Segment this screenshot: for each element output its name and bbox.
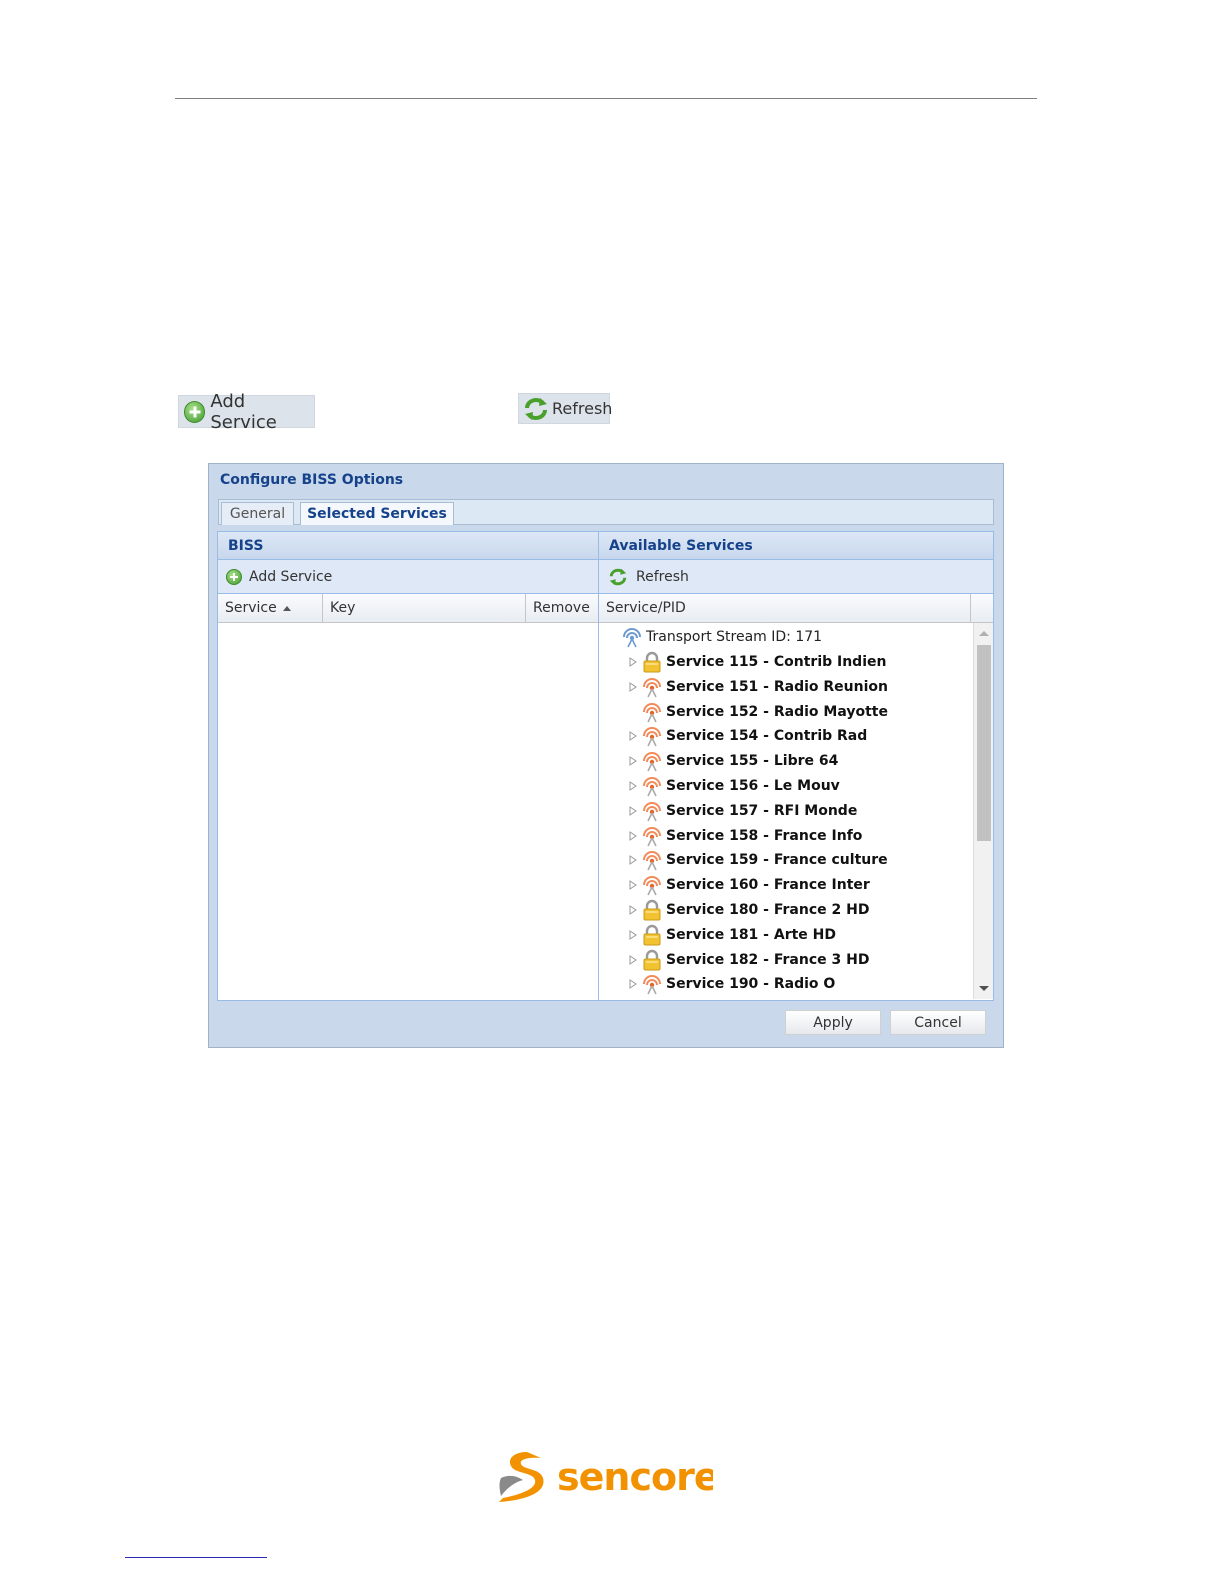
footer-link-underline — [125, 1557, 267, 1558]
expand-arrow-icon[interactable] — [629, 681, 641, 692]
scroll-down-icon[interactable] — [979, 986, 989, 991]
lock-icon — [641, 651, 663, 673]
expand-arrow-icon[interactable] — [629, 756, 641, 767]
service-label: Service 190 - Radio O — [666, 976, 836, 993]
service-node[interactable]: Service 152 - Radio Mayotte — [629, 700, 888, 724]
service-node[interactable]: Service 158 - France Info — [629, 824, 862, 848]
column-service[interactable]: Service — [218, 594, 323, 622]
broadcast-icon — [641, 973, 663, 995]
services-tree: Transport Stream ID: 171 Service 115 - C… — [599, 623, 971, 999]
service-node[interactable]: Service 157 - RFI Monde — [629, 799, 857, 823]
service-node[interactable]: Service 156 - Le Mouv — [629, 774, 840, 798]
tab-bar: General Selected Services — [218, 499, 994, 525]
header-rule — [175, 98, 1037, 99]
scroll-up-icon[interactable] — [979, 631, 989, 636]
available-services-panel: Available Services Refresh Service/PID T… — [598, 531, 994, 1001]
service-node[interactable]: Service 154 - Contrib Rad — [629, 724, 867, 748]
add-service-label: Add Service — [210, 390, 277, 433]
service-label: Service 159 - France culture — [666, 852, 888, 869]
service-node[interactable]: Service 151 - Radio Reunion — [629, 675, 888, 699]
service-node[interactable]: Service 181 - Arte HD — [629, 923, 836, 947]
broadcast-icon — [641, 701, 663, 723]
expand-arrow-icon[interactable] — [629, 905, 641, 915]
lock-icon — [641, 924, 663, 946]
service-label: Service 155 - Libre 64 — [666, 753, 839, 770]
tree-scrollbar[interactable] — [973, 623, 993, 999]
broadcast-icon — [641, 825, 663, 847]
available-services-toolbar: Refresh — [599, 560, 993, 594]
expand-arrow-icon[interactable] — [629, 929, 641, 940]
expand-arrow-icon[interactable] — [629, 855, 641, 866]
refresh-button-sample[interactable]: Refresh — [518, 393, 613, 424]
transport-stream-node[interactable]: Transport Stream ID: 171 — [621, 625, 822, 649]
biss-column-headers: Service Key Remove — [218, 594, 598, 623]
service-label: Service 151 - Radio Reunion — [666, 678, 888, 695]
service-node[interactable]: Service 160 - France Inter — [629, 873, 870, 897]
scroll-thumb[interactable] — [977, 645, 991, 841]
apply-button[interactable]: Apply — [785, 1010, 881, 1035]
broadcast-icon — [641, 800, 663, 822]
add-icon — [184, 400, 206, 423]
lock-icon — [641, 899, 663, 921]
service-node[interactable]: Service 155 - Libre 64 — [629, 749, 838, 773]
service-label: Service 180 - France 2 HD — [666, 902, 870, 918]
service-label: Service 182 - France 3 HD — [666, 951, 870, 968]
services-column-headers: Service/PID — [599, 594, 993, 623]
broadcast-icon — [641, 676, 663, 698]
expand-arrow-icon[interactable] — [629, 731, 641, 742]
sort-ascending-icon — [282, 605, 291, 611]
biss-panel: BISS Add Service Service Key Remove — [217, 531, 599, 1001]
expand-arrow-icon[interactable] — [629, 781, 641, 791]
broadcast-icon — [641, 874, 663, 896]
expand-arrow-icon[interactable] — [629, 805, 641, 816]
service-label: Service 156 - Le Mouv — [666, 778, 840, 794]
transport-stream-label: Transport Stream ID: 171 — [646, 629, 823, 645]
biss-panel-header: BISS — [218, 532, 598, 560]
service-node[interactable]: Service 180 - France 2 HD — [629, 898, 869, 922]
service-label: Service 158 - France Info — [666, 827, 863, 844]
svg-text:sencore.: sencore. — [557, 1455, 713, 1499]
cancel-button[interactable]: Cancel — [890, 1010, 986, 1035]
expand-arrow-icon[interactable] — [629, 954, 641, 965]
tab-selected-services[interactable]: Selected Services — [300, 502, 454, 525]
expand-arrow-icon[interactable] — [629, 979, 641, 990]
tab-general[interactable]: General — [221, 502, 294, 525]
service-label: Service 115 - Contrib Indien — [666, 654, 887, 670]
service-label: Service 154 - Contrib Rad — [666, 728, 868, 745]
expand-arrow-icon[interactable] — [629, 830, 641, 841]
biss-toolbar: Add Service — [218, 560, 598, 594]
broadcast-icon — [641, 725, 663, 747]
broadcast-icon — [641, 849, 663, 871]
dialog-title: Configure BISS Options — [220, 472, 404, 488]
column-remove[interactable]: Remove — [526, 594, 598, 622]
service-label: Service 152 - Radio Mayotte — [666, 703, 888, 720]
service-node[interactable]: Service 115 - Contrib Indien — [629, 650, 886, 674]
refresh-button[interactable]: Refresh — [636, 569, 689, 585]
configure-biss-dialog: Configure BISS Options General Selected … — [208, 463, 1004, 1048]
service-label: Service 157 - RFI Monde — [666, 802, 858, 819]
sencore-logo: sencore. — [497, 1448, 733, 1504]
column-service-pid[interactable]: Service/PID — [599, 594, 971, 622]
refresh-label: Refresh — [552, 399, 613, 418]
service-label: Service 181 - Arte HD — [666, 926, 836, 943]
expand-arrow-icon[interactable] — [629, 657, 641, 667]
dialog-footer: Apply Cancel — [209, 1004, 1003, 1048]
column-key[interactable]: Key — [323, 594, 526, 622]
add-service-button-sample[interactable]: Add Service — [178, 391, 315, 433]
expand-arrow-icon[interactable] — [629, 880, 641, 891]
refresh-icon — [607, 568, 629, 586]
broadcast-icon — [641, 750, 663, 772]
available-services-header: Available Services — [599, 532, 993, 560]
broadcast-icon — [621, 626, 643, 648]
lock-icon — [641, 949, 663, 971]
service-label: Service 160 - France Inter — [666, 877, 870, 894]
service-node[interactable]: Service 159 - France culture — [629, 848, 888, 872]
expand-arrow-icon — [629, 707, 641, 717]
add-icon — [226, 568, 242, 585]
refresh-icon — [523, 397, 549, 421]
service-node[interactable]: Service 182 - France 3 HD — [629, 948, 869, 972]
add-service-button[interactable]: Add Service — [249, 569, 332, 585]
broadcast-icon — [641, 775, 663, 797]
service-node[interactable]: Service 190 - Radio O — [629, 972, 835, 996]
